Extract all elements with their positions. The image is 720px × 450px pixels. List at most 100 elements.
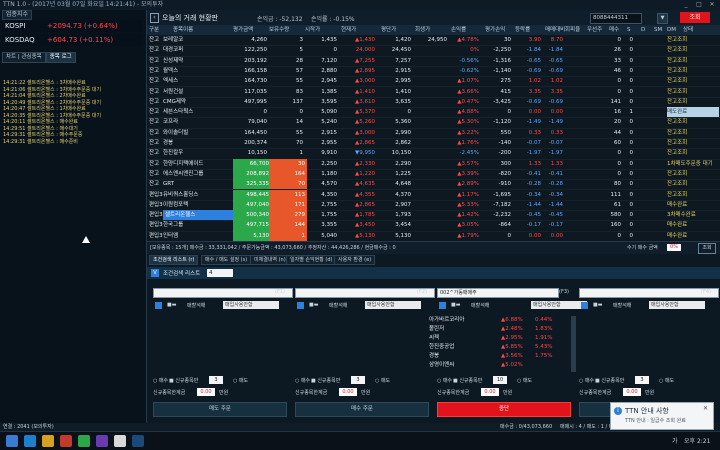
toggle-icon[interactable]: ■▬ [593,302,602,308]
minimize-icon[interactable]: _ [680,1,692,9]
col-header[interactable]: 회피율 [565,25,580,35]
col-header[interactable]: SM [654,25,662,35]
buy-radio[interactable]: ○ 매수 [153,377,168,384]
buy-radio[interactable]: ○ 매수 [295,377,310,384]
sell-radio[interactable]: ○ 매도 [659,377,674,384]
col-header[interactable]: 평가손익 [485,25,505,35]
log-list: 14:21:22 셀트리온헬스 : 3차매수완료 14:21:06 셀트리온헬스… [3,80,143,145]
f4-select[interactable] [579,288,719,298]
sell-radio[interactable]: ○ 매도 [375,377,390,384]
app-icon[interactable] [24,435,36,447]
start-icon[interactable] [6,435,18,447]
col-header[interactable]: 회생가 [415,25,430,35]
qty-input[interactable]: 3 [351,376,365,384]
f1-select[interactable] [153,288,293,298]
list-item[interactable]: 한진중공업 ▲5.85% 5.43% [427,343,567,352]
auto-button[interactable]: 조회 [698,243,716,254]
checkbox-icon[interactable] [439,302,446,309]
index-kospi[interactable]: KOSPI +2094.73 (+0.64%) [2,20,142,32]
index-kosdaq[interactable]: KOSDAQ +604.73 (+0.11%) [2,34,142,46]
f2-select[interactable] [295,288,435,298]
tab-unfilled[interactable]: 미체결내역 (n) [250,255,290,265]
list-item[interactable]: 볼린저 ▲2.48% 1.83% [427,325,567,334]
order-button-2[interactable]: 매수 주문 [295,402,429,417]
app-icon[interactable] [114,435,126,447]
max-input[interactable]: 0.00 [481,388,499,396]
toggle-icon[interactable]: ■▬ [309,302,318,308]
col-header[interactable]: 평가금액 [233,25,253,35]
buy-radio[interactable]: ○ 매수 [437,377,452,384]
cond-order-check[interactable]: ■ 신규종목만 [311,377,340,384]
cond-count[interactable]: 4 [207,269,233,277]
close-icon[interactable]: ✕ [703,405,708,412]
qty-input[interactable]: 3 [209,376,223,384]
tab-chart[interactable]: 차트 | 관심종목 [2,52,46,63]
collapse-icon[interactable]: ‹ [150,13,159,23]
tab-buy-sell[interactable]: 매수 / 매도 설정 (s) [201,255,252,265]
col-header[interactable]: D [641,25,645,35]
account-select[interactable]: 8088444311 [590,13,642,24]
maximize-icon[interactable]: □ [693,1,705,9]
cond-order-check[interactable]: ■ 신규종목만 [595,377,624,384]
col-header[interactable]: DM [667,25,676,35]
sell-radio[interactable]: ○ 매도 [517,377,532,384]
col-header[interactable]: 보유수량 [269,25,289,35]
ime-label[interactable]: 가 [672,436,678,445]
dropdown-icon[interactable]: ▼ [657,13,668,24]
list-item[interactable]: 씨젝 ▲2.95% 1.91% [427,334,567,343]
tab-user-env[interactable]: 사용자 환경 (e) [334,255,376,265]
qty-input[interactable]: 3 [635,376,649,384]
tab-log[interactable]: 종목 로그 [45,52,76,63]
cell-avg: 3,635 [395,98,411,105]
checkbox-icon[interactable] [155,302,162,309]
list-item[interactable]: 경봉 ▲3.56% 1.75% [427,352,567,361]
option-select[interactable]: 매입사용안함 [365,301,421,309]
close-icon[interactable]: ✕ [706,1,718,9]
max-input[interactable]: 0.00 [339,388,357,396]
max-input[interactable]: 0.00 [197,388,215,396]
app-icon[interactable] [78,435,90,447]
clock[interactable]: 오후 2:21 [684,436,710,445]
tab-cond-list[interactable]: 조건검색 리스트 (r) [149,255,199,265]
col-header[interactable]: 평단가 [381,25,396,35]
notification-popup[interactable]: i TTN 안내 사항 TTN 안내 : 일급수 조회 완료 ✕ [610,402,714,430]
checkbox-icon[interactable] [297,302,304,309]
folder-icon[interactable] [42,435,54,447]
col-header[interactable]: 상태 [683,25,693,35]
app-icon[interactable] [132,435,144,447]
option-select[interactable]: 매입사용안함 [649,301,705,309]
qty-input[interactable]: 10 [493,376,507,384]
chevron-down-icon[interactable]: V [151,269,159,277]
list-item[interactable]: 아가바르코리아 ▲6.88% 0.44% [427,316,567,325]
scrollbar[interactable] [571,316,576,372]
cond-order-check[interactable]: ■ 신규종목만 [169,377,198,384]
col-header[interactable]: 우선주 [587,25,602,35]
toggle-icon[interactable]: ■▬ [167,302,176,308]
toggle-icon[interactable]: ■▬ [451,302,460,308]
stop-button[interactable]: 중단 [437,402,571,417]
f3-select[interactable]: 002^가동매매주 [437,288,559,298]
order-button-1[interactable]: 매도 주문 [153,402,287,417]
col-header[interactable]: 매매대비 [545,25,565,35]
query-button[interactable]: 조회 [680,12,710,23]
col-header[interactable]: S [627,25,631,35]
auto-value[interactable]: 0% [667,244,681,251]
col-header[interactable]: 구분 [149,25,159,35]
col-header[interactable]: 등락률 [515,25,530,35]
checkbox-icon[interactable] [581,302,588,309]
col-header[interactable]: 매수 [609,25,619,35]
col-header[interactable]: 손익률 [451,25,466,35]
sell-radio[interactable]: ○ 매도 [233,377,248,384]
option-select[interactable]: 매입사용안함 [223,301,279,309]
app-icon[interactable] [96,435,108,447]
cond-order-check[interactable]: ■ 신규종목만 [453,377,482,384]
app-icon[interactable] [60,435,72,447]
col-header[interactable]: 시작가 [305,25,320,35]
option-select[interactable]: 매입사용안함 [531,301,587,309]
tab-daily-pnl[interactable]: 일자별 손익현황 (d) [286,255,337,265]
list-item[interactable]: 삼영이엔씨 ▲5.02% [427,361,567,370]
col-header[interactable]: 현재가 [341,25,356,35]
col-header[interactable]: 종목이름 [173,25,193,35]
max-input[interactable]: 0.00 [623,388,641,396]
buy-radio[interactable]: ○ 매수 [579,377,594,384]
